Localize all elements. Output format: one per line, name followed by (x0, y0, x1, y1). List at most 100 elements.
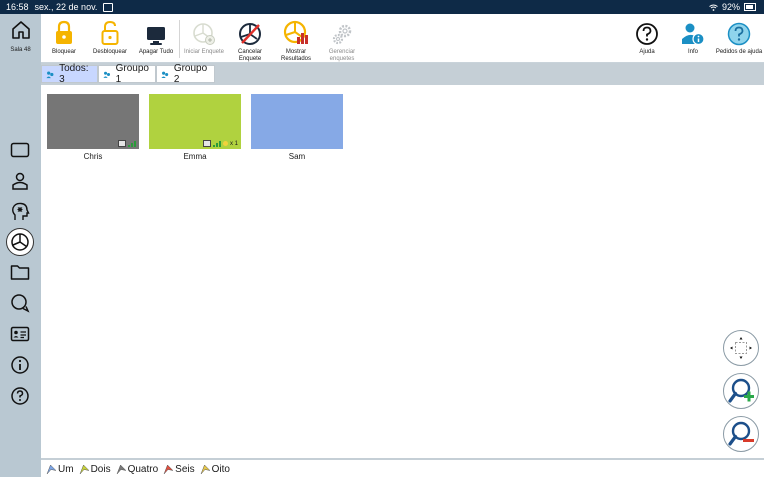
thumbnails-view-button[interactable] (8, 138, 32, 162)
flag-icon (163, 464, 174, 475)
student-button[interactable] (8, 169, 32, 193)
question-circle-icon (11, 387, 29, 405)
group-bar: Todos: 3 Groupo 1 Groupo 2 (41, 63, 764, 85)
cancel-poll-button[interactable]: Cancelar Enquete (225, 18, 275, 63)
manage-polls-label-1: Gerenciar (328, 49, 356, 55)
help-requests-button[interactable]: Pedidos de ajuda (714, 18, 764, 56)
start-poll-button[interactable]: Iniciar Enquete (179, 18, 229, 56)
info-circle-icon (11, 356, 29, 374)
lock-label: Bloquear (51, 49, 77, 55)
battery-percent: 92% (721, 2, 740, 12)
student-icon (12, 172, 28, 190)
sticker-quatro[interactable]: Quatro (116, 464, 159, 475)
gears-icon (332, 24, 352, 45)
group-tab-2[interactable]: Groupo 2 (156, 63, 215, 85)
lock-button[interactable]: Bloquear (39, 18, 89, 56)
student-tile-sam[interactable]: Sam (251, 94, 343, 161)
unlock-label: Desbloquear (92, 49, 128, 55)
zoom-out-button[interactable] (723, 416, 759, 452)
manage-polls-button[interactable]: Gerenciar enquetes (317, 18, 367, 63)
flag-icon (200, 464, 211, 475)
lock-icon (56, 20, 72, 44)
monitor-icon (10, 142, 30, 158)
sticker-seis[interactable]: Seis (163, 464, 195, 475)
help-requests-label: Pedidos de ajuda (715, 49, 763, 55)
sticker-oito[interactable]: Oito (200, 464, 230, 475)
cancel-poll-label-1: Cancelar (237, 49, 262, 55)
chat-button[interactable] (8, 291, 32, 315)
help-icon (636, 23, 658, 45)
sticker-bar: Um Dois Quatro Seis Oito (41, 458, 764, 479)
info-button[interactable]: Info (668, 18, 718, 56)
group-tab-label: Groupo 1 (115, 63, 149, 85)
sticker-label: Quatro (127, 464, 159, 475)
blank-screens-button[interactable]: Apagar Tudo (131, 18, 181, 56)
blank-monitor-icon (147, 27, 165, 45)
status-bar: 16:58 sex., 22 de nov. 92% (0, 0, 764, 14)
student-name: Emma (183, 152, 207, 161)
group-tab-all[interactable]: Todos: 3 (41, 63, 98, 85)
student-name: Chris (83, 152, 103, 161)
device-icon (118, 140, 126, 147)
battery-icon (744, 3, 756, 11)
student-screen-thumbnail[interactable]: x 1 (149, 94, 241, 149)
signal-icon (128, 140, 136, 147)
info-label: Info (687, 49, 698, 55)
sticker-label: Um (58, 464, 74, 475)
zoom-out-icon (728, 421, 754, 446)
user-info-icon (682, 23, 705, 46)
response-count: x 1 (229, 140, 238, 147)
chat-icon (11, 294, 30, 313)
sticker-label: Oito (211, 464, 230, 475)
unlock-button[interactable]: Desbloquear (85, 18, 135, 56)
student-tile-emma[interactable]: x 1 Emma (149, 94, 241, 161)
sidebar: Sala 48 (0, 14, 41, 477)
student-status-icons (118, 140, 136, 147)
sticker-dois[interactable]: Dois (79, 464, 111, 475)
group-tab-1[interactable]: Groupo 1 (98, 63, 156, 85)
help-sidebar-button[interactable] (8, 384, 32, 408)
start-poll-icon (193, 23, 215, 45)
ideas-button[interactable] (8, 200, 32, 224)
student-screen-thumbnail[interactable] (47, 94, 139, 149)
flag-icon (79, 464, 90, 475)
files-button[interactable] (8, 260, 32, 284)
home-label: Sala 48 (10, 47, 31, 53)
zoom-in-button[interactable] (723, 373, 759, 409)
student-tile-chris[interactable]: Chris (47, 94, 139, 161)
group-icon (46, 71, 54, 78)
help-request-icon (727, 22, 751, 46)
image-notification-icon (103, 2, 114, 12)
group-icon (103, 71, 111, 78)
flag-icon (116, 464, 127, 475)
help-button[interactable]: Ajuda (622, 18, 672, 56)
register-button[interactable] (8, 322, 32, 346)
status-date: sex., 22 de nov. (34, 2, 98, 12)
sticker-label: Seis (175, 464, 195, 475)
device-icon (202, 140, 211, 147)
cancel-poll-label-2: Enquete (238, 56, 262, 62)
response-dot-icon (222, 141, 228, 146)
wifi-icon (709, 4, 718, 11)
about-button[interactable] (8, 353, 32, 377)
home-icon (11, 21, 30, 39)
pie-chart-icon (11, 233, 29, 251)
student-grid: Chris x 1 Emma Sam (41, 85, 764, 458)
zoom-in-icon (728, 378, 754, 403)
group-tab-label: Groupo 2 (173, 63, 208, 85)
polls-button[interactable] (6, 228, 34, 256)
fit-to-screen-button[interactable] (723, 330, 759, 366)
sticker-label: Dois (90, 464, 111, 475)
folder-icon (10, 265, 30, 280)
sticker-um[interactable]: Um (46, 464, 74, 475)
home-button[interactable]: Sala 48 (0, 20, 41, 53)
unlock-icon (101, 20, 119, 45)
blank-screens-label: Apagar Tudo (138, 49, 174, 55)
flag-icon (46, 464, 57, 475)
student-name: Sam (288, 152, 306, 161)
student-screen-thumbnail[interactable] (251, 94, 343, 149)
show-results-label-2: Resultados (280, 56, 312, 62)
show-results-button[interactable]: Mostrar Resultados (271, 18, 321, 63)
show-results-icon (283, 20, 308, 44)
start-poll-label: Iniciar Enquete (183, 49, 225, 55)
